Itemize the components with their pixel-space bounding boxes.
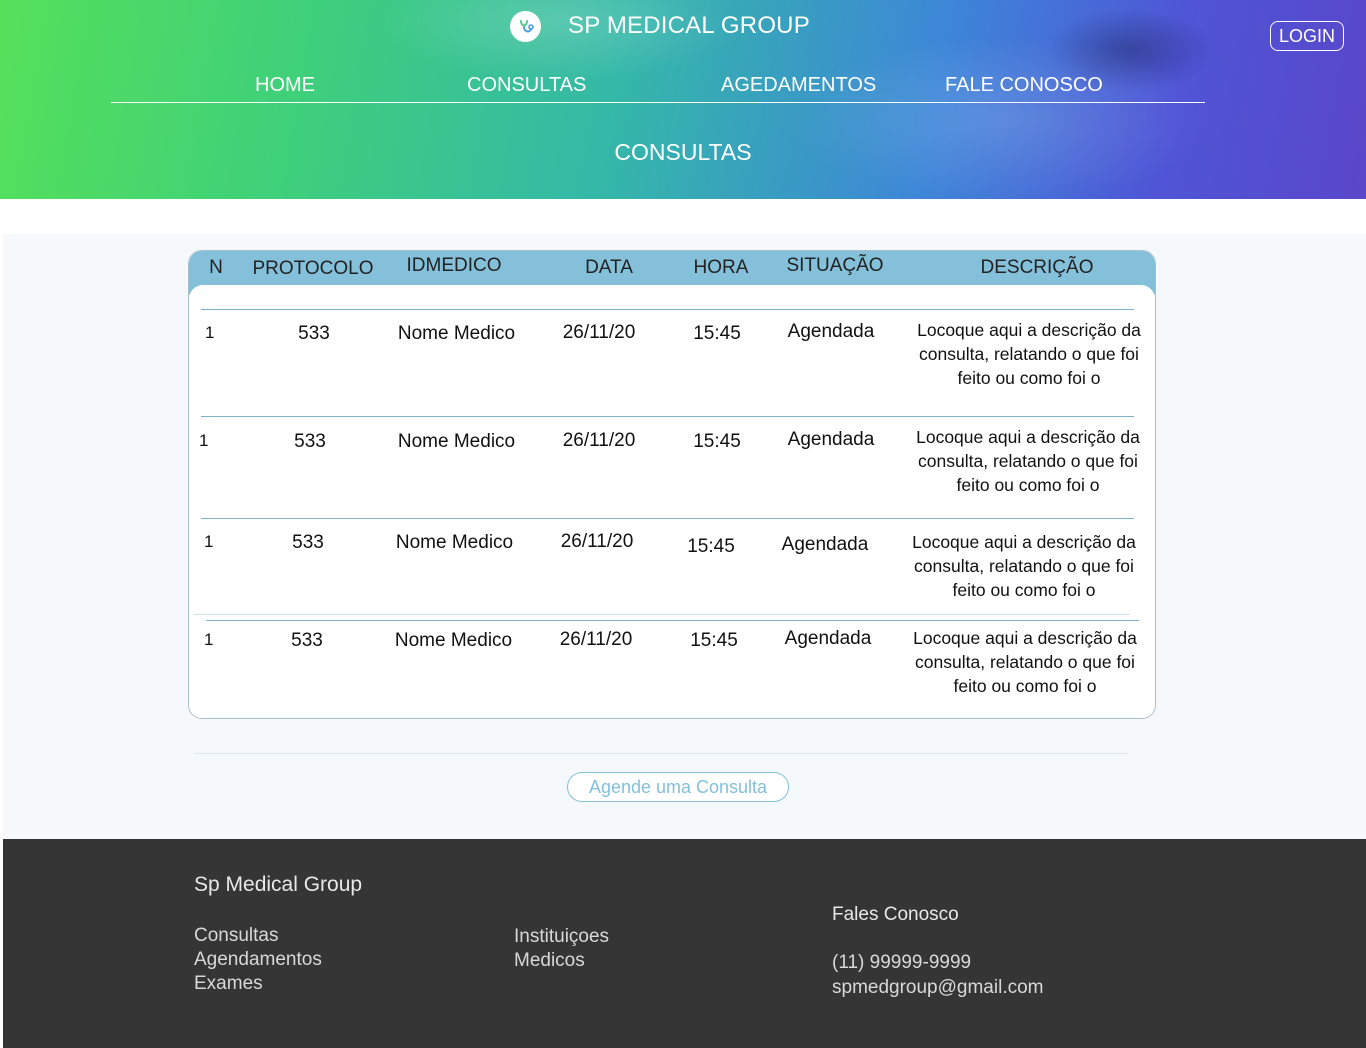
row-divider [206,620,1139,621]
column-header-situacao: SITUAÇÃO [786,255,884,276]
cell-situacao: Agendada [787,429,875,450]
footer-phone: (11) 99999-9999 [832,952,972,973]
row-divider [201,309,1134,310]
cell-protocolo: 533 [298,323,330,344]
footer-link-agendamentos[interactable]: Agendamentos [194,949,322,971]
footer-contact-title: Fales Conosco [832,904,959,925]
footer-link-instituicoes[interactable]: Instituiçoes [514,926,609,948]
cell-medico: Nome Medico [394,630,513,651]
cell-medico: Nome Medico [395,532,514,553]
cell-hora: 15:45 [690,630,738,651]
footer-link-medicos[interactable]: Medicos [514,950,585,972]
nav-underline [111,102,1205,103]
row-divider [194,614,1130,615]
cell-n: 1 [204,630,214,649]
row-divider [201,518,1134,519]
column-header-protocolo: PROTOCOLO [252,258,374,279]
cell-n: 1 [199,431,209,450]
cell-protocolo: 533 [294,431,326,452]
cell-n: 1 [204,532,214,551]
brand-name: SP MEDICAL GROUP [568,12,810,39]
cell-hora: 15:45 [693,431,741,452]
column-header-descricao: DESCRIÇÃO [980,257,1094,278]
section-divider [194,753,1128,754]
cell-n: 1 [205,323,215,342]
cell-data: 26/11/20 [560,531,634,552]
footer-brand: Sp Medical Group [194,873,363,896]
column-header-idmedico: IDMEDICO [406,255,502,276]
cell-descricao: Locoque aqui a descrição da consulta, re… [916,427,1140,495]
cell-hora: 15:45 [687,536,735,557]
cell-descricao: Locoque aqui a descrição da consulta, re… [917,320,1141,388]
consultas-table: N PROTOCOLO IDMEDICO DATA HORA SITUAÇÃO … [188,250,1156,719]
column-header-n: N [209,257,223,278]
stethoscope-logo-icon [519,19,534,32]
schedule-appointment-button[interactable]: Agende uma Consulta [567,772,789,802]
cell-data: 26/11/20 [559,629,633,650]
cell-situacao: Agendada [781,534,869,555]
nav-home[interactable]: HOME [255,74,315,97]
cell-data: 26/11/20 [562,430,636,451]
nav-consultas[interactable]: CONSULTAS [467,74,586,97]
login-button[interactable]: LOGIN [1270,21,1344,51]
cell-protocolo: 533 [292,532,324,553]
cell-medico: Nome Medico [397,431,516,452]
nav-agendamentos[interactable]: AGEDAMENTOS [721,74,876,97]
cell-data: 26/11/20 [562,322,636,343]
row-divider [201,416,1134,417]
footer: Sp Medical Group Consultas Agendamentos … [3,839,1366,1048]
cell-descricao: Locoque aqui a descrição da consulta, re… [913,628,1137,696]
cell-situacao: Agendada [784,628,872,649]
footer-link-consultas[interactable]: Consultas [194,925,279,947]
column-header-hora: HORA [693,257,749,278]
cell-protocolo: 533 [291,630,323,651]
header-banner: SP MEDICAL GROUP LOGIN HOME CONSULTAS AG… [0,0,1366,199]
logo-icon[interactable] [510,11,541,42]
footer-link-exames[interactable]: Exames [194,973,263,995]
cell-hora: 15:45 [693,323,741,344]
cell-situacao: Agendada [787,321,875,342]
footer-email[interactable]: spmedgroup@gmail.com [832,977,1044,999]
cell-medico: Nome Medico [397,323,516,344]
column-header-data: DATA [585,257,633,278]
page-title: CONSULTAS [614,139,752,165]
nav-fale-conosco[interactable]: FALE CONOSCO [945,74,1103,97]
cell-descricao: Locoque aqui a descrição da consulta, re… [912,532,1136,600]
